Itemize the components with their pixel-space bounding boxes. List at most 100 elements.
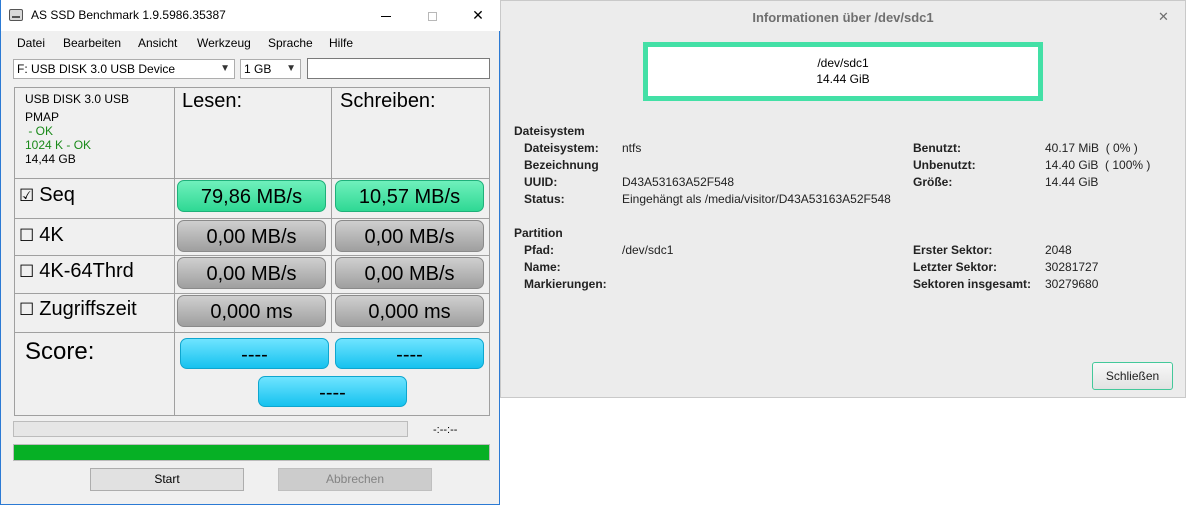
test-label: 4K-64Thrd [39,260,134,282]
checkbox-unchecked-icon[interactable]: ☐ [19,226,34,245]
menu-werkzeug[interactable]: Werkzeug [197,36,251,50]
score-label: Score: [25,338,95,365]
fs-unused-label: Unbenutzt: [913,158,976,172]
score-write: ---- [335,338,484,369]
checkbox-checked-icon[interactable]: ☑ [19,186,34,205]
menu-datei[interactable]: Datei [17,36,45,50]
drive-select[interactable]: F: USB DISK 3.0 USB Device ▼ [13,59,235,79]
partition-info-dialog: Informationen über /dev/sdc1 ✕ /dev/sdc1… [500,0,1186,398]
fs-status-label: Status: [524,192,565,206]
checkbox-unchecked-icon[interactable]: ☐ [19,300,34,319]
filesystem-heading: Dateisystem [514,124,585,138]
minimize-icon [381,15,391,17]
chevron-down-icon: ▼ [286,63,296,74]
4k64-read-result: 0,00 MB/s [177,257,326,289]
part-name-label: Name: [524,260,561,274]
size-select-value: 1 GB [244,62,272,76]
fs-status-value: Eingehängt als /media/visitor/D43A53163A… [622,192,891,206]
device-size: 14.44 GiB [816,72,870,86]
fs-size-value: 14.44 GiB [1045,175,1099,189]
maximize-button[interactable] [409,0,455,31]
test-4k[interactable]: ☐ 4K [19,224,64,247]
window-title: AS SSD Benchmark 1.9.5986.35387 [31,8,226,22]
dialog-title: Informationen über /dev/sdc1 [752,10,934,25]
device-size: 14,44 GB [25,152,76,166]
part-flags-label: Markierungen: [524,277,607,291]
partition-heading: Partition [514,226,563,240]
grid-divider [15,218,489,219]
close-icon[interactable]: ✕ [1158,9,1169,25]
read-column-header: Lesen: [182,90,243,112]
test-label: Zugriffszeit [39,298,137,320]
grid-divider [15,178,489,179]
part-total-sectors-value: 30279680 [1045,277,1099,291]
score-total: ---- [258,376,407,407]
part-path-label: Pfad: [524,243,554,257]
test-4k-64thrd[interactable]: ☐ 4K-64Thrd [19,260,134,283]
menu-hilfe[interactable]: Hilfe [329,36,353,50]
4k-write-result: 0,00 MB/s [335,220,484,252]
fs-type-value: ntfs [622,141,642,155]
close-button[interactable]: ✕ [455,0,501,31]
fs-label-label: Bezeichnung [524,158,599,172]
fs-size-label: Größe: [913,175,953,189]
grid-divider [15,255,489,256]
as-ssd-window: AS SSD Benchmark 1.9.5986.35387 ✕ Datei … [0,0,500,505]
4k-read-result: 0,00 MB/s [177,220,326,252]
grid-divider [331,88,332,332]
part-last-sector-label: Letzter Sektor: [913,260,998,274]
progress-fill [14,445,489,460]
close-dialog-button[interactable]: Schließen [1092,362,1173,390]
title-bar: AS SSD Benchmark 1.9.5986.35387 ✕ [1,0,500,31]
close-icon: ✕ [472,7,484,23]
chevron-down-icon: ▼ [220,63,230,74]
device-name: USB DISK 3.0 USB [25,92,130,106]
part-first-sector-value: 2048 [1045,243,1072,257]
elapsed-time: -:--:-- [433,424,458,436]
fs-used-label: Benutzt: [913,141,961,155]
access-read-result: 0,000 ms [177,295,326,327]
drive-icon [9,9,23,21]
part-first-sector-label: Erster Sektor: [913,243,993,257]
device-path: /dev/sdc1 [817,56,869,70]
grid-divider [15,332,489,333]
checkbox-unchecked-icon[interactable]: ☐ [19,262,34,281]
4k64-write-result: 0,00 MB/s [335,257,484,289]
fs-used-value: 40.17 MiB ( 0% ) [1045,141,1138,155]
seq-read-result: 79,86 MB/s [177,180,326,212]
minimize-button[interactable] [363,0,409,31]
test-label: Seq [39,184,75,206]
write-column-header: Schreiben: [340,90,436,112]
menu-bar: Datei Bearbeiten Ansicht Werkzeug Sprach… [1,33,500,53]
part-path-value: /dev/sdc1 [622,243,674,257]
part-total-sectors-label: Sektoren insgesamt: [913,277,1032,291]
fs-uuid-value: D43A53163A52F548 [622,175,735,189]
menu-bearbeiten[interactable]: Bearbeiten [63,36,121,50]
total-progress-bar [13,444,490,461]
menu-sprache[interactable]: Sprache [268,36,313,50]
abort-button[interactable]: Abbrechen [278,468,432,491]
test-label: 4K [39,224,64,246]
info-textbox[interactable] [307,58,490,79]
grid-divider [174,88,175,415]
size-select[interactable]: 1 GB ▼ [240,59,301,79]
device-pmap: PMAP [25,110,60,124]
fs-type-label: Dateisystem: [524,141,599,155]
device-summary: /dev/sdc1 14.44 GiB [643,42,1043,101]
grid-divider [15,293,489,294]
device-alignment-ok: 1024 K - OK [25,138,92,152]
menu-ansicht[interactable]: Ansicht [138,36,177,50]
start-button[interactable]: Start [90,468,244,491]
test-seq[interactable]: ☑ Seq [19,184,75,207]
seq-write-result: 10,57 MB/s [335,180,484,212]
fs-unused-value: 14.40 GiB ( 100% ) [1045,158,1151,172]
part-last-sector-value: 30281727 [1045,260,1099,274]
maximize-icon [427,11,437,21]
score-read: ---- [180,338,329,369]
test-access-time[interactable]: ☐ Zugriffszeit [19,298,137,321]
fs-uuid-label: UUID: [524,175,558,189]
drive-select-value: F: USB DISK 3.0 USB Device [17,62,176,76]
device-info: USB DISK 3.0 USB PMAP - OK 1024 K - OK 1… [25,92,129,166]
access-write-result: 0,000 ms [335,295,484,327]
test-progress-bar [13,421,408,437]
